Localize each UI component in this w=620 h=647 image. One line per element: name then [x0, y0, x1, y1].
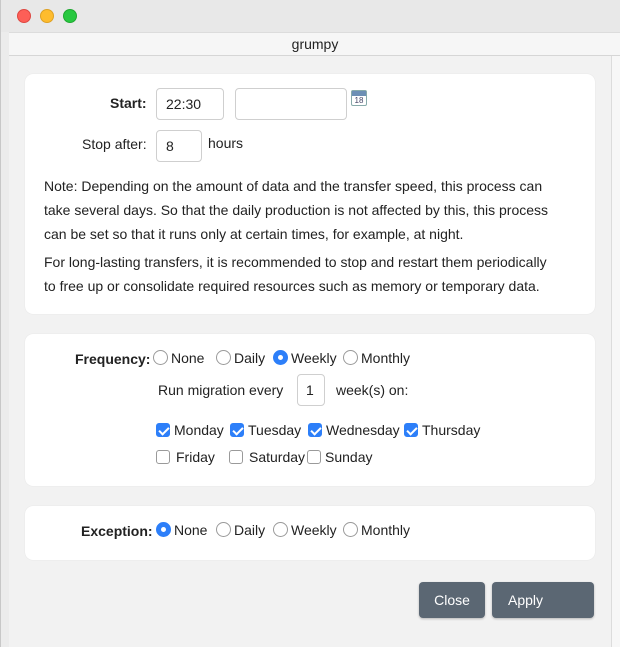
exception-option-weekly[interactable]: Weekly: [273, 522, 337, 538]
title-bar: [1, 0, 620, 32]
stop-after-label: Stop after:: [82, 136, 147, 152]
frequency-option-none[interactable]: None: [153, 350, 204, 366]
exception-label: Exception:: [81, 523, 153, 539]
run-every-label: Run migration every: [158, 382, 284, 398]
run-every-input[interactable]: 1: [297, 374, 325, 406]
radio-icon: [216, 350, 231, 365]
exception-option-none[interactable]: None: [156, 522, 207, 538]
day-checkbox-saturday[interactable]: Saturday: [229, 449, 305, 465]
exception-option-daily[interactable]: Daily: [216, 522, 265, 538]
note-paragraph-2: For long-lasting transfers, it is recomm…: [44, 250, 574, 298]
close-window-button[interactable]: [17, 9, 31, 23]
note-line: For long-lasting transfers, it is recomm…: [44, 254, 547, 270]
apply-button[interactable]: Apply: [492, 582, 594, 618]
checkbox-icon: [307, 450, 321, 464]
note-line: take several days. So that the daily pro…: [44, 202, 549, 218]
run-every-unit: week(s) on:: [336, 382, 409, 398]
minimize-window-button[interactable]: [40, 9, 54, 23]
frequency-panel: Frequency: None Daily Weekly Monthly Run…: [25, 334, 595, 486]
schedule-panel: Start: 22:30 18 Stop after: 8 hours Note…: [25, 74, 595, 314]
close-button[interactable]: Close: [419, 582, 485, 618]
note-line: Note: Depending on the amount of data an…: [44, 178, 543, 194]
exception-panel: Exception: None Daily Weekly Monthly: [25, 506, 595, 560]
checkbox-checked-icon: [404, 423, 418, 437]
day-checkbox-thursday[interactable]: Thursday: [404, 422, 480, 438]
stop-after-unit: hours: [208, 135, 244, 151]
checkbox-checked-icon: [230, 423, 244, 437]
radio-icon: [343, 350, 358, 365]
dialog-content: Start: 22:30 18 Stop after: 8 hours Note…: [9, 56, 611, 647]
frequency-option-daily[interactable]: Daily: [216, 350, 265, 366]
checkbox-icon: [229, 450, 243, 464]
day-checkbox-wednesday[interactable]: Wednesday: [308, 422, 400, 438]
radio-icon: [343, 522, 358, 537]
frequency-option-monthly[interactable]: Monthly: [343, 350, 410, 366]
checkbox-checked-icon: [156, 423, 170, 437]
frequency-option-weekly[interactable]: Weekly: [273, 350, 337, 366]
start-date-input[interactable]: [235, 88, 347, 120]
note-line: can be set so that it runs only at certa…: [44, 226, 464, 242]
exception-option-monthly[interactable]: Monthly: [343, 522, 410, 538]
side-divider: [611, 56, 620, 647]
calendar-icon[interactable]: 18: [351, 90, 367, 106]
day-checkbox-friday[interactable]: Friday: [156, 449, 215, 465]
dialog-window: grumpy Start: 22:30 18 Stop after: 8 hou…: [0, 0, 620, 647]
radio-icon: [153, 350, 168, 365]
start-time-input[interactable]: 22:30: [156, 88, 224, 120]
start-label: Start:: [110, 95, 147, 111]
zoom-window-button[interactable]: [63, 9, 77, 23]
frequency-label: Frequency:: [75, 351, 151, 367]
day-checkbox-tuesday[interactable]: Tuesday: [230, 422, 301, 438]
note-line: to free up or consolidate required resou…: [44, 278, 540, 294]
note-paragraph-1: Note: Depending on the amount of data an…: [44, 174, 574, 246]
day-checkbox-sunday[interactable]: Sunday: [307, 449, 372, 465]
window-title: grumpy: [9, 32, 620, 56]
stop-after-input[interactable]: 8: [156, 130, 202, 162]
checkbox-icon: [156, 450, 170, 464]
radio-icon: [216, 522, 231, 537]
checkbox-checked-icon: [308, 423, 322, 437]
radio-selected-icon: [273, 350, 288, 365]
radio-icon: [273, 522, 288, 537]
radio-selected-icon: [156, 522, 171, 537]
day-checkbox-monday[interactable]: Monday: [156, 422, 224, 438]
